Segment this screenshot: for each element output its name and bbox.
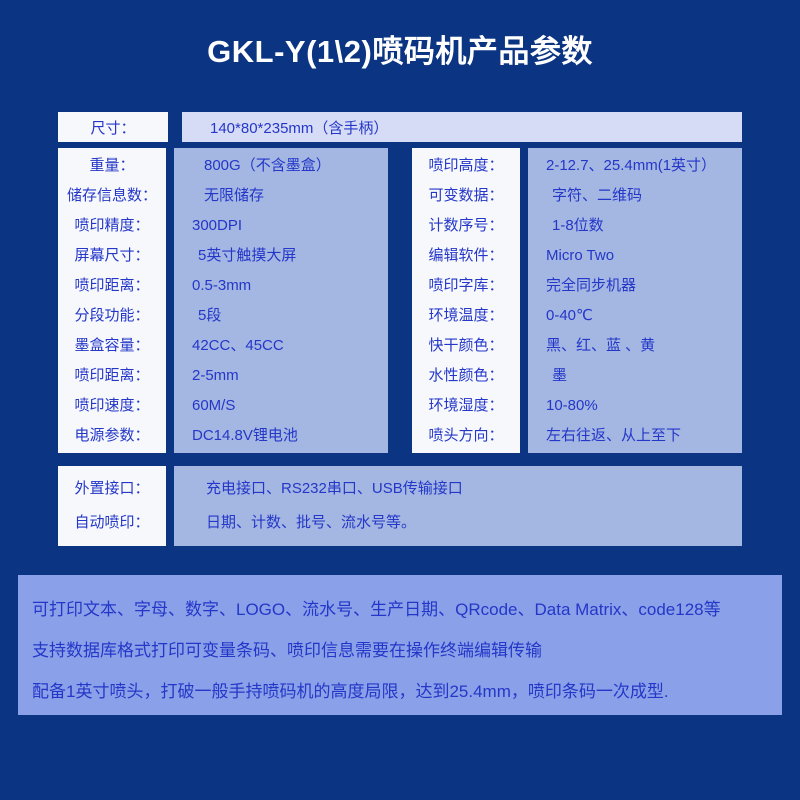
spec-value: 0.5-3mm (192, 277, 252, 294)
spec-label: 喷印精度： (74, 217, 150, 234)
spec-label: 喷头方向： (428, 427, 504, 444)
spec-value: 墨 (552, 367, 568, 384)
left-column-labels: 重量： 储存信息数： 喷印精度： 屏幕尺寸： 喷印距离： 分段功能： 墨盒容量：… (58, 148, 166, 453)
interface-value: 充电接口、RS232串口、USB传输接口 (206, 480, 463, 497)
description-line: 支持数据库格式打印可变量条码、喷印信息需要在操作终端编辑传输 (32, 641, 542, 660)
spec-label: 编辑软件： (428, 247, 504, 264)
spec-value: 800G（不含墨盒） (204, 157, 331, 174)
interface-gap (166, 466, 174, 546)
interface-value: 日期、计数、批号、流水号等。 (206, 514, 417, 531)
right-column-gap (520, 148, 528, 453)
description-panel: 可打印文本、字母、数字、LOGO、流水号、生产日期、QRcode、Data Ma… (18, 575, 782, 715)
spec-label: 喷印字库： (428, 277, 504, 294)
spec-value: 5英寸触摸大屏 (198, 247, 297, 264)
spec-label: 喷印距离： (74, 277, 150, 294)
dimensions-row: 尺寸： 140*80*235mm（含手柄） (58, 112, 742, 142)
interface-labels: 外置接口： 自动喷印： (58, 466, 166, 546)
spec-label: 喷印高度： (428, 157, 504, 174)
spec-label: 水性颜色： (428, 367, 504, 384)
spec-value: DC14.8V锂电池 (192, 427, 298, 444)
spec-label: 电源参数： (74, 427, 150, 444)
spec-value: 黑、红、蓝 、黄 (546, 337, 656, 354)
spec-label: 可变数据： (428, 187, 504, 204)
spec-label: 快干颜色： (428, 337, 504, 354)
spec-label: 喷印距离： (74, 367, 150, 384)
spec-value: 2-12.7、25.4mm(1英寸） (546, 157, 717, 174)
description-line: 配备1英寸喷头，打破一般手持喷码机的高度局限，达到25.4mm，喷印条码一次成型… (32, 682, 669, 701)
spec-value: 0-40℃ (546, 307, 593, 324)
dimensions-spacer (168, 112, 182, 142)
spec-value: 10-80% (546, 397, 598, 414)
spec-value: Micro Two (546, 247, 615, 264)
page-title: GKL-Y(1\2)喷码机产品参数 (207, 34, 593, 69)
spec-label: 环境温度： (428, 307, 504, 324)
spec-column-right: 喷印高度： 可变数据： 计数序号： 编辑软件： 喷印字库： 环境温度： 快干颜色… (412, 148, 742, 453)
right-column-labels: 喷印高度： 可变数据： 计数序号： 编辑软件： 喷印字库： 环境温度： 快干颜色… (412, 148, 520, 453)
spec-value: 5段 (198, 307, 222, 324)
spec-label: 喷印速度： (74, 397, 150, 414)
spec-value: 300DPI (192, 217, 243, 234)
spec-label: 环境湿度： (428, 397, 504, 414)
spec-value: 无限储存 (204, 187, 265, 204)
dimensions-value: 140*80*235mm（含手柄） (182, 112, 742, 142)
interface-label: 外置接口： (74, 480, 150, 497)
dimensions-label: 尺寸： (58, 112, 168, 142)
left-column-gap (166, 148, 174, 453)
spec-label: 屏幕尺寸： (74, 247, 150, 264)
spec-value: 完全同步机器 (546, 277, 637, 294)
spec-label: 墨盒容量： (74, 337, 150, 354)
right-column-values: 2-12.7、25.4mm(1英寸） 字符、二维码 1-8位数 Micro Tw… (528, 148, 742, 453)
description-line: 可打印文本、字母、数字、LOGO、流水号、生产日期、QRcode、Data Ma… (32, 600, 721, 619)
spec-value: 60M/S (192, 397, 236, 414)
interface-section: 外置接口： 自动喷印： 充电接口、RS232串口、USB传输接口 日期、计数、批… (58, 466, 742, 546)
spec-label: 分段功能： (74, 307, 150, 324)
spec-value: 1-8位数 (552, 217, 604, 234)
spec-value: 2-5mm (192, 367, 239, 384)
specifications-section: 重量： 储存信息数： 喷印精度： 屏幕尺寸： 喷印距离： 分段功能： 墨盒容量：… (58, 148, 742, 453)
spec-value: 字符、二维码 (552, 187, 643, 204)
spec-value: 左右往返、从上至下 (546, 427, 682, 444)
spec-label: 重量： (89, 157, 135, 174)
spec-label: 储存信息数： (66, 187, 157, 204)
left-column-values: 800G（不含墨盒） 无限储存 300DPI 5英寸触摸大屏 0.5-3mm 5… (174, 148, 388, 453)
spec-label: 计数序号： (428, 217, 504, 234)
spec-value: 42CC、45CC (192, 337, 284, 354)
interface-values: 充电接口、RS232串口、USB传输接口 日期、计数、批号、流水号等。 (174, 466, 742, 546)
spec-column-left: 重量： 储存信息数： 喷印精度： 屏幕尺寸： 喷印距离： 分段功能： 墨盒容量：… (58, 148, 388, 453)
interface-label: 自动喷印： (74, 514, 150, 531)
